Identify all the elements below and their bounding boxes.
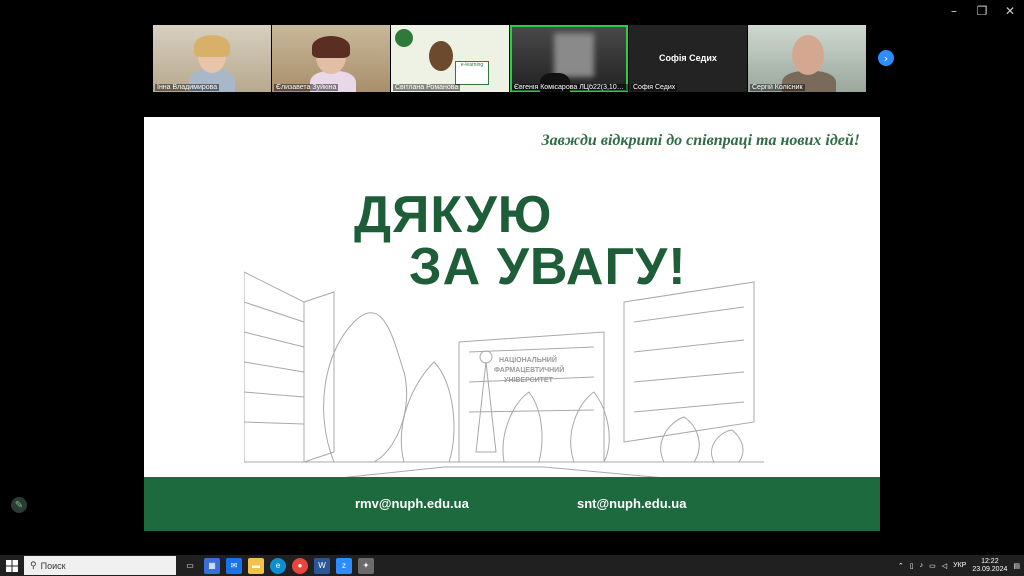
participant-tile[interactable]: e-learning Світлана Романова bbox=[391, 25, 509, 92]
blurred-video bbox=[554, 33, 594, 77]
restore-button[interactable]: ❐ bbox=[968, 0, 996, 22]
annotate-pencil-icon[interactable]: ✎ bbox=[11, 497, 27, 513]
contact-email-2: snt@nuph.edu.ua bbox=[577, 496, 687, 511]
close-button[interactable]: ✕ bbox=[996, 0, 1024, 22]
participant-tile-active-speaker[interactable]: Євгенія Комісарова ЛЦб22(3,10д)... bbox=[510, 25, 628, 92]
mail-icon[interactable]: ✉ bbox=[226, 557, 242, 574]
building-sign-line3: УНІВЕРСИТЕТ bbox=[504, 377, 554, 384]
e-learning-icon: e-learning bbox=[455, 61, 489, 85]
building-sign-line2: ФАРМАЦЕВТИЧНИЙ bbox=[494, 365, 564, 374]
clock-date: 23.09.2024 bbox=[972, 565, 1008, 573]
notifications-icon[interactable]: ▤ bbox=[1013, 562, 1020, 570]
participant-name: Світлана Романова bbox=[393, 84, 461, 91]
battery-icon[interactable]: ▯ bbox=[910, 562, 914, 570]
windows-logo-icon bbox=[6, 559, 18, 572]
microphone-icon[interactable]: ♪ bbox=[920, 562, 924, 569]
campus-sketch-illustration: НАЦІОНАЛЬНИЙ ФАРМАЦЕВТИЧНИЙ УНІВЕРСИТЕТ bbox=[244, 271, 764, 487]
language-indicator[interactable]: УКР bbox=[953, 562, 966, 569]
participant-name: Єлизавета Зуйкіна bbox=[274, 84, 339, 91]
participant-face bbox=[429, 41, 453, 71]
taskbar-search-box[interactable]: ⚲ Поиск bbox=[24, 556, 176, 575]
start-button[interactable] bbox=[0, 555, 24, 576]
participant-tile[interactable]: Інна Владимирова bbox=[153, 25, 271, 92]
participant-tile[interactable]: Сергій Колісник bbox=[748, 25, 866, 92]
search-icon: ⚲ bbox=[30, 560, 37, 570]
store-icon[interactable]: ▦ bbox=[204, 557, 220, 574]
word-icon[interactable]: W bbox=[314, 557, 330, 574]
slide-title-line1: ДЯКУЮ bbox=[354, 186, 553, 244]
participant-tile[interactable]: Єлизавета Зуйкіна bbox=[272, 25, 390, 92]
paint-icon[interactable]: ✦ bbox=[358, 557, 374, 574]
zoom-icon[interactable]: z bbox=[336, 557, 352, 574]
window-controls: – ❐ ✕ bbox=[940, 0, 1024, 22]
system-tray: ⌃ ▯ ♪ ▭ ◁ УКР 12:22 23.09.2024 ▤ bbox=[898, 555, 1020, 576]
clock-time: 12:22 bbox=[981, 557, 999, 565]
search-placeholder: Поиск bbox=[40, 560, 66, 571]
slide-slogan: Завжди відкриті до співпраці та нових ід… bbox=[541, 132, 860, 149]
chevron-right-icon[interactable]: › bbox=[878, 50, 894, 66]
volume-icon[interactable]: ◁ bbox=[942, 562, 947, 570]
shared-slide: Завжди відкриті до співпраці та нових ід… bbox=[144, 117, 880, 531]
task-view-icon[interactable]: ▭ bbox=[182, 558, 198, 574]
file-explorer-icon[interactable]: ▬ bbox=[248, 557, 264, 574]
participant-tile[interactable]: Софія Седих Софія Седих bbox=[629, 25, 747, 92]
taskbar-app-icons: ▭ ▦ ✉ ▬ e ● W z ✦ bbox=[182, 557, 374, 574]
participant-hair bbox=[312, 36, 350, 58]
chrome-icon[interactable]: ● bbox=[292, 557, 308, 574]
tray-overflow-icon[interactable]: ⌃ bbox=[898, 562, 904, 570]
contact-email-1: rmv@nuph.edu.ua bbox=[355, 496, 469, 511]
participant-face bbox=[792, 35, 824, 75]
participant-name: Інна Владимирова bbox=[155, 84, 220, 91]
participant-display-name: Софія Седих bbox=[659, 53, 717, 63]
participant-name: Сергій Колісник bbox=[750, 84, 805, 91]
participant-hair bbox=[194, 35, 230, 57]
participant-name: Євгенія Комісарова ЛЦб22(3,10д)... bbox=[512, 84, 628, 91]
participants-strip: Інна Владимирова Єлизавета Зуйкіна e-lea… bbox=[153, 25, 866, 92]
building-sign-line1: НАЦІОНАЛЬНИЙ bbox=[499, 355, 557, 364]
minimize-button[interactable]: – bbox=[940, 0, 968, 22]
network-icon[interactable]: ▭ bbox=[929, 562, 936, 570]
participant-name: Софія Седих bbox=[631, 84, 678, 91]
clock[interactable]: 12:22 23.09.2024 bbox=[972, 558, 1007, 574]
university-logo-icon bbox=[395, 29, 413, 47]
edge-icon[interactable]: e bbox=[270, 557, 286, 574]
slide-footer: rmv@nuph.edu.ua snt@nuph.edu.ua bbox=[144, 477, 880, 531]
windows-taskbar: ⚲ Поиск ▭ ▦ ✉ ▬ e ● W z ✦ ⌃ ▯ ♪ ▭ ◁ УКР … bbox=[0, 555, 1024, 576]
